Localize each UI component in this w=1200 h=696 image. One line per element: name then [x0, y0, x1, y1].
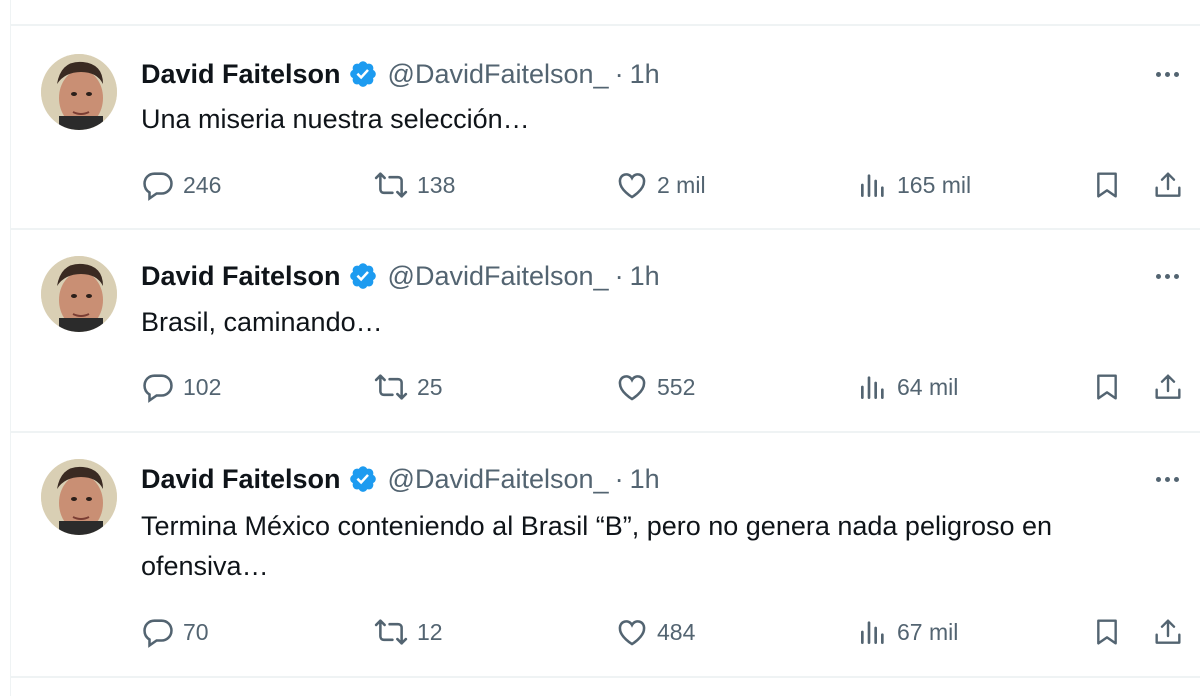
share-icon [1155, 172, 1181, 197]
retweet-count: 25 [417, 373, 443, 400]
tweet[interactable]: David Faitelson @DavidFaitelson_ · 1h Te… [11, 459, 1200, 674]
bookmark-icon [1097, 374, 1117, 400]
views-icon [861, 376, 884, 399]
tweet[interactable]: David Faitelson @DavidFaitelson_ · 1h Br… [11, 256, 1200, 426]
verified-badge-icon [348, 464, 378, 494]
more-options-icon[interactable] [1147, 261, 1187, 291]
tweet-text: Termina México conteniendo al Brasil “B”… [141, 511, 1053, 581]
retweet-button[interactable]: 12 [373, 612, 443, 652]
verified-badge-icon [348, 59, 378, 89]
like-icon [618, 620, 646, 646]
tweet-text: Una miseria nuestra selección… [141, 104, 530, 134]
separator-dot: · [614, 463, 624, 494]
more-options-icon[interactable] [1147, 464, 1187, 494]
share-icon [1155, 374, 1181, 399]
avatar[interactable] [41, 54, 117, 130]
like-button[interactable]: 2 mil [615, 165, 706, 205]
separator-dot: · [614, 58, 624, 89]
reply-button[interactable]: 246 [141, 165, 221, 205]
like-count: 552 [657, 373, 696, 400]
bookmark-icon [1097, 619, 1117, 645]
views-icon [861, 174, 884, 197]
tweet-header: David Faitelson @DavidFaitelson_ · 1h [141, 459, 660, 499]
retweet-count: 12 [417, 618, 443, 645]
like-button[interactable]: 484 [615, 612, 695, 652]
author-handle[interactable]: @DavidFaitelson_ [388, 261, 609, 292]
like-icon [618, 173, 646, 199]
author-name[interactable]: David Faitelson [141, 464, 341, 495]
bookmark-button[interactable] [1091, 367, 1131, 407]
share-button[interactable] [1152, 612, 1192, 652]
views-button[interactable]: 165 mil [857, 165, 971, 205]
avatar[interactable] [41, 256, 117, 332]
reply-icon [143, 374, 173, 403]
divider [11, 676, 1200, 678]
reply-count: 102 [183, 373, 222, 400]
tweet-header: David Faitelson @DavidFaitelson_ · 1h [141, 256, 660, 296]
divider [11, 24, 1200, 26]
like-icon [618, 375, 646, 401]
timestamp[interactable]: 1h [630, 464, 660, 495]
views-icon [861, 621, 884, 644]
tweet-header: David Faitelson @DavidFaitelson_ · 1h [141, 54, 660, 94]
retweet-button[interactable]: 138 [373, 165, 455, 205]
timestamp[interactable]: 1h [630, 59, 660, 90]
tweet-actions: 70 12 484 67 mil [11, 612, 1200, 652]
avatar[interactable] [41, 459, 117, 535]
retweet-count: 138 [417, 171, 456, 198]
views-count: 67 mil [897, 618, 959, 645]
reply-button[interactable]: 70 [141, 612, 209, 652]
bookmark-button[interactable] [1091, 612, 1131, 652]
tweet[interactable]: David Faitelson @DavidFaitelson_ · 1h Un… [11, 54, 1200, 224]
author-name[interactable]: David Faitelson [141, 261, 341, 292]
reply-button[interactable]: 102 [141, 367, 221, 407]
views-count: 64 mil [897, 373, 959, 400]
reply-count: 70 [183, 618, 209, 645]
timestamp[interactable]: 1h [630, 261, 660, 292]
retweet-button[interactable]: 25 [373, 367, 443, 407]
bookmark-button[interactable] [1091, 165, 1131, 205]
divider [11, 431, 1200, 433]
share-button[interactable] [1152, 165, 1192, 205]
reply-icon [143, 619, 173, 648]
retweet-icon [374, 172, 408, 198]
more-options-icon[interactable] [1147, 59, 1187, 89]
views-button[interactable]: 64 mil [857, 367, 958, 407]
divider [11, 228, 1200, 230]
tweet-actions: 102 25 552 64 mil [11, 367, 1200, 407]
author-handle[interactable]: @DavidFaitelson_ [388, 464, 609, 495]
like-count: 484 [657, 618, 696, 645]
author-name[interactable]: David Faitelson [141, 59, 341, 90]
tweet-text: Brasil, caminando… [141, 307, 383, 337]
like-count: 2 mil [657, 171, 706, 198]
share-button[interactable] [1152, 367, 1192, 407]
bookmark-icon [1097, 172, 1117, 198]
like-button[interactable]: 552 [615, 367, 695, 407]
reply-count: 246 [183, 171, 222, 198]
reply-icon [143, 172, 173, 201]
separator-dot: · [614, 260, 624, 291]
author-handle[interactable]: @DavidFaitelson_ [388, 59, 609, 90]
retweet-icon [374, 374, 408, 400]
views-button[interactable]: 67 mil [857, 612, 958, 652]
tweet-actions: 246 138 2 mil 165 mil [11, 165, 1200, 205]
retweet-icon [374, 619, 408, 645]
timeline-feed: David Faitelson @DavidFaitelson_ · 1h Un… [10, 0, 1200, 696]
share-icon [1155, 619, 1181, 644]
verified-badge-icon [348, 261, 378, 291]
views-count: 165 mil [897, 171, 972, 198]
